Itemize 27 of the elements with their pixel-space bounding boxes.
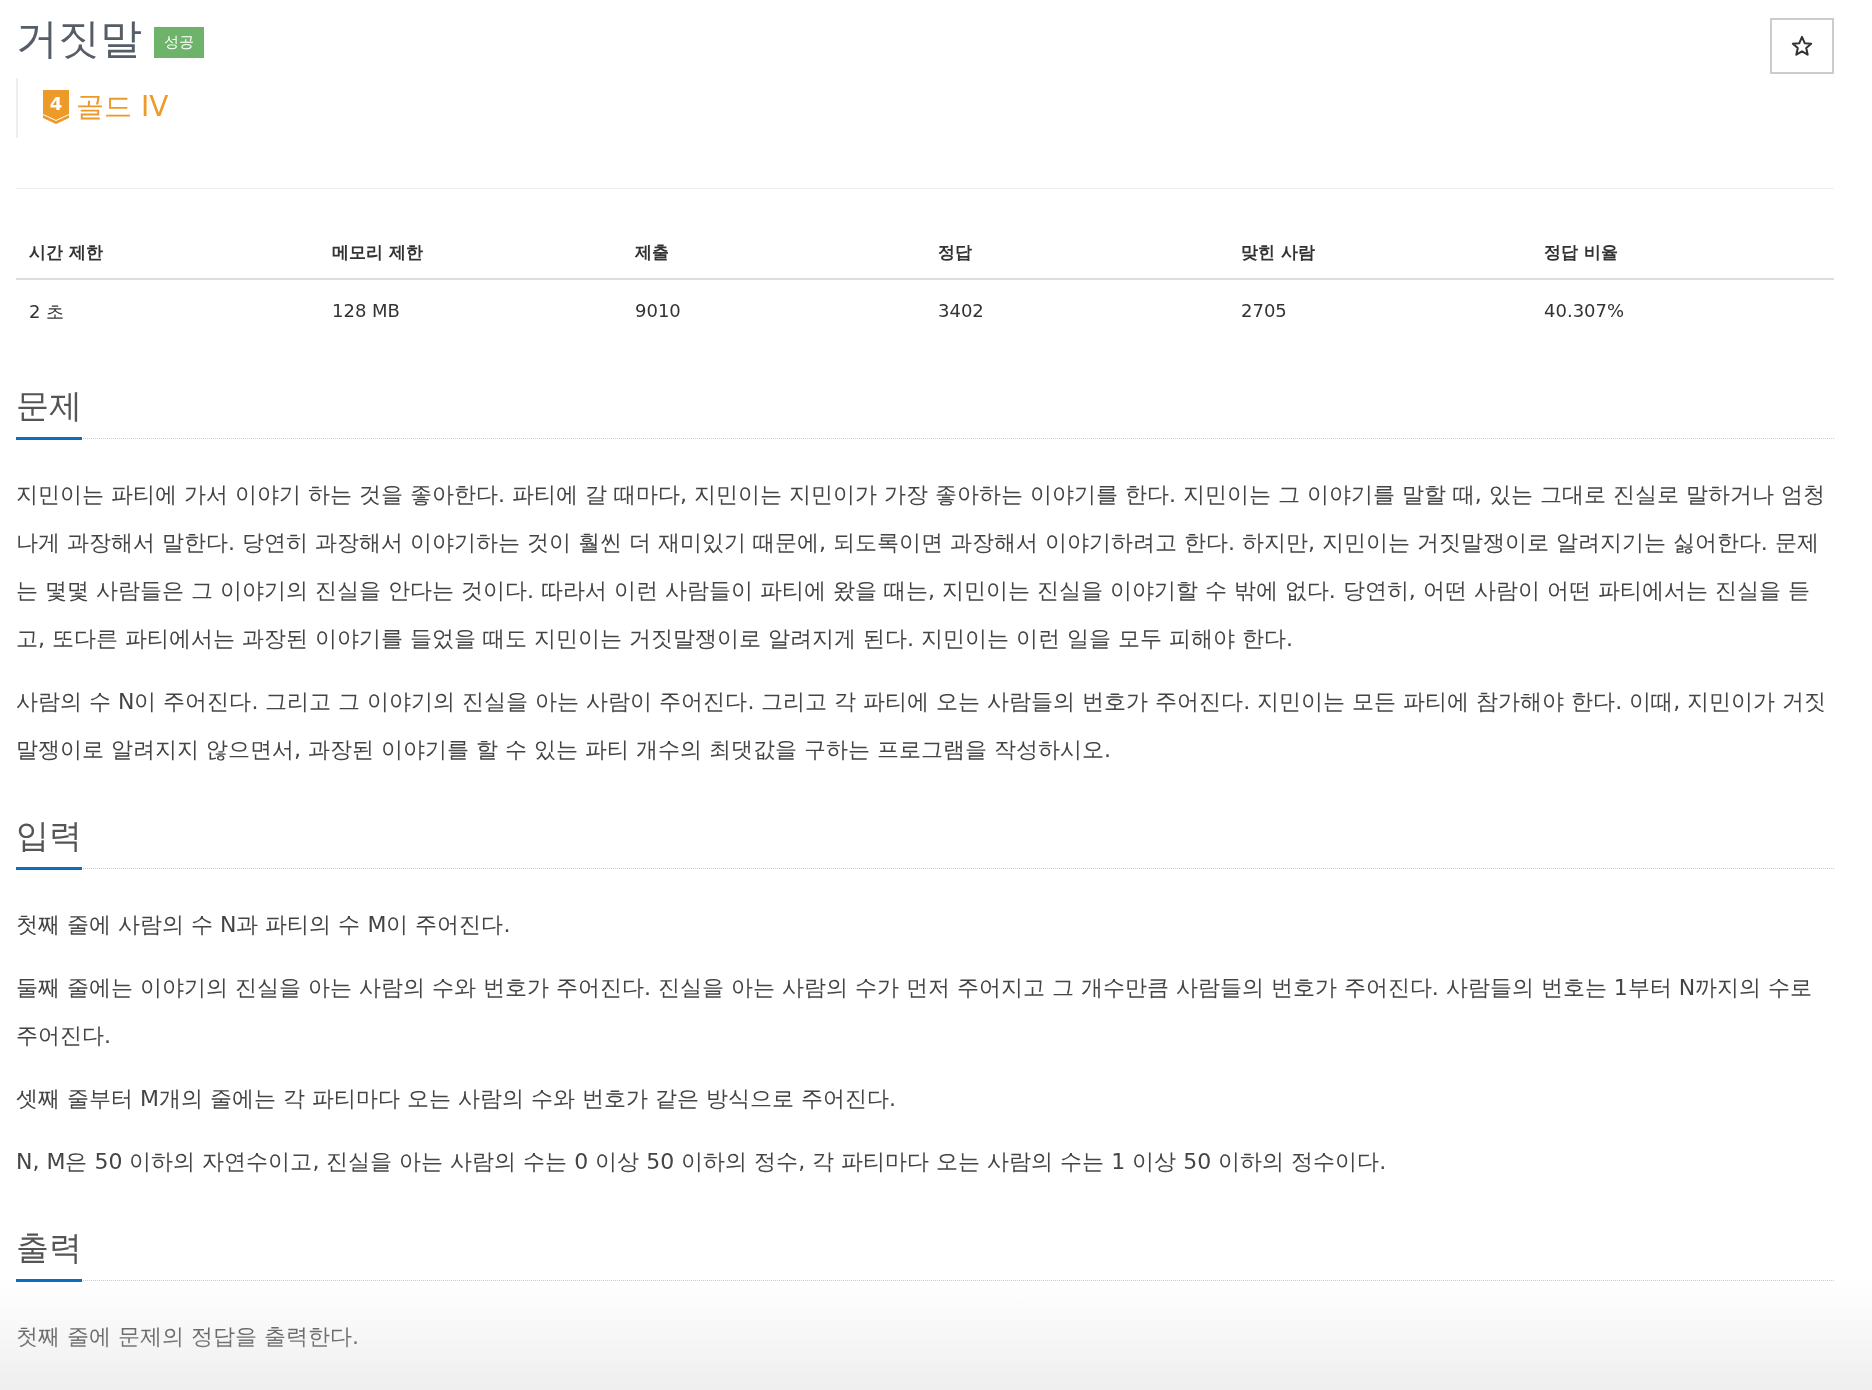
table-cell-text: 128 MB xyxy=(331,299,401,324)
favorite-button[interactable] xyxy=(1770,18,1834,74)
column-header: 정답 비율 xyxy=(1531,233,1834,281)
paragraph: 첫째 줄에 문제의 정답을 출력한다. xyxy=(16,1323,360,1352)
column-header: 정답 xyxy=(925,233,1228,281)
paragraph: 지민이는 파티에 가서 이야기 하는 것을 좋아한다. 파티에 갈 때마다, 지민이는 지민이가 가장 좋아하는 이야기를 한다. 지민이는 그 이야기를 말할 때, 있는 그대로 진실로 말하거나 엄청나게 과장해서 말한다. 당연히 과장해서 이야기하는 것이 훨씬 더 재미있기 때문에, 되도록이면 과장해서 이야기하려고 한다. 하지만, 지민이는 거짓말쟁이로 알려지기는 싫어한다. 문제는 몇몇 사람들은 그 이야기의 진실을 안다는 것이다. 따라서 이런 사람들이 파티에 왔을 때는, 지민이는 진실을 이야기할 수 밖에 없다. 당연히, 어떤 사람이 어떤 파티에서는 진실을 듣고, 또다른 파티에서는 과장된 이야기를 들었을 때도 지민이는 거짓말쟁이로 알려지게 된다. 지민이는 이런 일을 모두 피해야 한다. xyxy=(16,481,1826,654)
table-cell-text: 2705 xyxy=(1240,299,1288,324)
paragraph: 둘째 줄에는 이야기의 진실을 아는 사람의 수와 번호가 주어진다. 진실을 아는 사람의 수가 먼저 주어지고 그 개수만큼 사람들의 번호가 주어진다. 사람들의 번호는 1부터 N까지의 수로 주어진다. xyxy=(16,974,1814,1051)
table-cell-text: 40.307% xyxy=(1543,299,1626,324)
problem-title: 거짓말 xyxy=(16,14,142,65)
section-heading: 출력 xyxy=(16,1226,82,1283)
result-badge: 성공 xyxy=(154,27,204,59)
table-cell-text: 3402 xyxy=(937,299,985,324)
table-cell-text: 9010 xyxy=(634,299,682,324)
paragraph: N, M은 50 이하의 자연수이고, 진실을 아는 사람의 수는 0 이상 50 이하의 정수, 각 파티마다 오는 사람의 수는 1 이상 50 이하의 정수이다. xyxy=(16,1148,1388,1177)
column-header: 메모리 제한 xyxy=(319,233,622,281)
section-heading: 문제 xyxy=(16,384,82,441)
paragraph: 셋째 줄부터 M개의 줄에는 각 파티마다 오는 사람의 수와 번호가 같은 방식으로 주어진다. xyxy=(16,1085,897,1114)
paragraph: 첫째 줄에 사람의 수 N과 파티의 수 M이 주어진다. xyxy=(16,911,512,940)
star-icon xyxy=(1791,35,1813,57)
paragraph: 사람의 수 N이 주어진다. 그리고 그 이야기의 진실을 아는 사람이 주어진다. 그리고 각 파티에 오는 사람들의 번호가 주어진다. 지민이는 모든 파티에 참가해야 한다. 이때, 지민이가 거짓말쟁이로 알려지지 않으면서, 과장된 이야기를 할 수 있는 파티 개수의 최댓값을 구하는 프로그램을 작성하시오. xyxy=(16,688,1828,765)
table-cell-text: 2 초 xyxy=(28,300,66,325)
column-header: 제출 xyxy=(622,233,925,281)
column-header: 시간 제한 xyxy=(16,233,319,281)
column-header: 맞힌 사람 xyxy=(1228,233,1531,281)
section-heading: 입력 xyxy=(16,814,82,871)
tier-label[interactable]: 골드 IV xyxy=(76,88,169,127)
